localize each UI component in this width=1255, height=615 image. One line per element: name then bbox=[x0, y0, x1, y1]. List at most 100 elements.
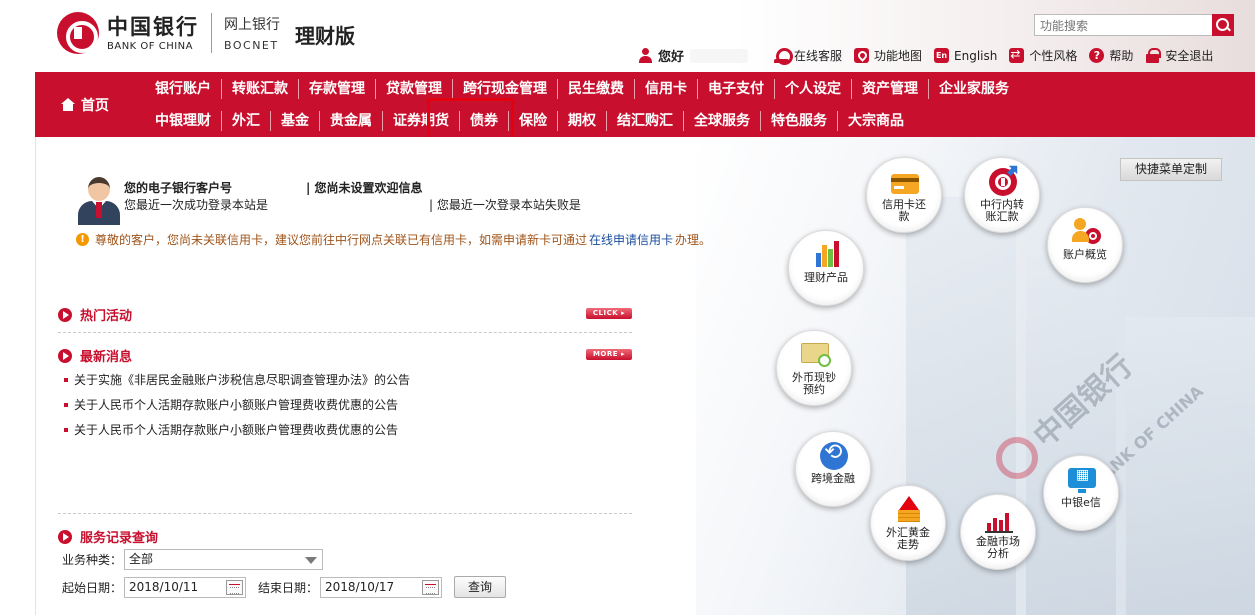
nav-item-personal-settings[interactable]: 个人设定 bbox=[775, 79, 852, 99]
user-toolbar: 您好 在线客服 功能地图 En English 个性风格 ? 帮助 安全退出 bbox=[638, 46, 1225, 65]
nav-item-credit-card[interactable]: 信用卡 bbox=[635, 79, 698, 99]
quick-credit-card-repay[interactable]: 信用卡还款 bbox=[866, 157, 942, 233]
date-range-row: 起始日期： 2018/10/11 结束日期： 2018/10/17 查询 bbox=[62, 576, 507, 598]
end-date-label: 结束日期： bbox=[258, 580, 319, 595]
link-english[interactable]: En English bbox=[934, 48, 997, 63]
nav-item-global-service[interactable]: 全球服务 bbox=[684, 111, 761, 131]
news-item[interactable]: 关于人民币个人活期存款账户小额账户管理费收费优惠的公告 bbox=[64, 421, 398, 438]
credit-card-icon bbox=[891, 174, 919, 194]
quick-cross-border[interactable]: 跨境金融 bbox=[795, 431, 871, 507]
link-label: 功能地图 bbox=[874, 49, 923, 63]
nav-item-utility-payment[interactable]: 民生缴费 bbox=[558, 79, 635, 99]
notice-text: 尊敬的客户，您尚未关联信用卡，建议您前往中行网点关联已有信用卡，如需申请新卡可通… bbox=[95, 233, 588, 247]
play-icon bbox=[58, 348, 72, 363]
news-item[interactable]: 关于实施《非居民金融账户涉税信息尽职调查管理办法》的公告 bbox=[64, 371, 410, 388]
nav-item-commodities[interactable]: 大宗商品 bbox=[838, 111, 914, 131]
map-pin-icon bbox=[854, 48, 870, 63]
quick-wealth-products[interactable]: 理财产品 bbox=[788, 230, 864, 306]
play-icon bbox=[58, 307, 72, 322]
nav-item-entrepreneur[interactable]: 企业家服务 bbox=[929, 79, 1019, 99]
search-icon[interactable] bbox=[1212, 14, 1234, 36]
customer-service-icon bbox=[774, 48, 794, 65]
news-item[interactable]: 关于人民币个人活期存款账户小额账户管理费收费优惠的公告 bbox=[64, 396, 398, 413]
nav-item-deposit[interactable]: 存款管理 bbox=[299, 79, 376, 99]
apply-credit-card-link[interactable]: 在线申请信用卡 bbox=[589, 231, 673, 248]
logo-divider bbox=[211, 13, 212, 53]
bocnet-text: 网上银行 BOCNET bbox=[224, 15, 280, 52]
boc-logo[interactable]: 中国银行 BANK OF CHINA 网上银行 BOCNET bbox=[57, 12, 280, 54]
greeting: 您好 bbox=[638, 46, 762, 65]
help-icon: ? bbox=[1089, 48, 1105, 63]
quick-boc-e-letter[interactable]: 中银e信 bbox=[1043, 455, 1119, 531]
quick-foreign-cash[interactable]: 外币现钞 预约 bbox=[776, 330, 852, 406]
more-button[interactable]: MORE ▸ bbox=[586, 349, 632, 360]
header: 中国银行 BANK OF CHINA 网上银行 BOCNET 理财版 您好 在线… bbox=[0, 0, 1255, 72]
link-logout[interactable]: 安全退出 bbox=[1145, 47, 1213, 64]
link-customer-service[interactable]: 在线客服 bbox=[774, 47, 843, 65]
end-date-input[interactable]: 2018/10/17 bbox=[320, 576, 443, 598]
nav-row-1: 银行账户 转账汇款 存款管理 贷款管理 跨行现金管理 民生缴费 信用卡 电子支付… bbox=[145, 73, 1019, 105]
nav-item-loan[interactable]: 贷款管理 bbox=[376, 79, 453, 99]
business-type-label: 业务种类： bbox=[62, 553, 123, 567]
query-button[interactable]: 查询 bbox=[454, 576, 507, 598]
section-latest-news[interactable]: 最新消息 bbox=[58, 346, 132, 365]
nav-item-e-payment[interactable]: 电子支付 bbox=[698, 79, 775, 99]
link-help[interactable]: ? 帮助 bbox=[1089, 47, 1133, 64]
notice-text-end: 办理。 bbox=[675, 233, 712, 247]
section-service-records: 服务记录查询 bbox=[58, 527, 158, 546]
click-button[interactable]: CLICK ▸ bbox=[586, 308, 632, 319]
market-analysis-icon bbox=[985, 505, 1013, 533]
nav-item-boc-wealth[interactable]: 中银理财 bbox=[145, 111, 222, 131]
quick-account-overview[interactable]: 账户概览 bbox=[1047, 207, 1123, 283]
nav-item-options[interactable]: 期权 bbox=[558, 111, 607, 131]
nav-item-fx-settlement[interactable]: 结汇购汇 bbox=[607, 111, 684, 131]
building-decoration bbox=[1126, 317, 1255, 615]
nav-item-bond[interactable]: 债券 bbox=[460, 111, 509, 131]
nav-home[interactable]: 首页 bbox=[35, 72, 135, 137]
link-personal-style[interactable]: 个性风格 bbox=[1009, 47, 1077, 64]
lock-icon bbox=[1145, 48, 1162, 63]
link-label: 在线客服 bbox=[794, 49, 843, 63]
nav-item-fund[interactable]: 基金 bbox=[271, 111, 320, 131]
business-type-value: 全部 bbox=[129, 552, 154, 566]
nav-item-transfer[interactable]: 转账汇款 bbox=[222, 79, 299, 99]
customer-no-label: 您的电子银行客户号 bbox=[124, 181, 233, 195]
wealth-product-icon bbox=[813, 241, 841, 269]
link-label: 个性风格 bbox=[1029, 49, 1078, 63]
start-date-input[interactable]: 2018/10/11 bbox=[124, 576, 247, 598]
nav-item-asset-management[interactable]: 资产管理 bbox=[852, 79, 929, 99]
nav-item-forex[interactable]: 外汇 bbox=[222, 111, 271, 131]
calendar-icon[interactable] bbox=[422, 579, 440, 595]
last-login-success: 您最近一次成功登录本站是 bbox=[124, 198, 269, 212]
nav-home-label: 首页 bbox=[81, 97, 109, 114]
nav-item-featured-service[interactable]: 特色服务 bbox=[761, 111, 838, 131]
divider bbox=[58, 513, 632, 514]
bocnet-en: BOCNET bbox=[224, 38, 279, 52]
section-hot-activities[interactable]: 热门活动 bbox=[58, 305, 132, 324]
quick-forex-gold-trend[interactable]: 外汇黄金 走势 bbox=[870, 485, 946, 561]
section-title: 最新消息 bbox=[80, 350, 133, 365]
nav-item-securities-futures[interactable]: 证券期货 bbox=[383, 111, 460, 131]
nav-item-precious-metal[interactable]: 贵金属 bbox=[320, 111, 383, 131]
calendar-icon[interactable] bbox=[226, 579, 244, 595]
boc-logo-icon bbox=[57, 12, 99, 54]
nav-item-bank-account[interactable]: 银行账户 bbox=[145, 79, 222, 99]
function-search-input[interactable] bbox=[1035, 16, 1213, 36]
warning-icon: ! bbox=[76, 233, 89, 246]
edition-title: 理财版 bbox=[295, 24, 355, 48]
link-function-map[interactable]: 功能地图 bbox=[854, 47, 922, 64]
last-login-fail: | 您最近一次登录本站失败是 bbox=[429, 198, 581, 212]
nav-item-insurance[interactable]: 保险 bbox=[509, 111, 558, 131]
nav-row-2: 中银理财 外汇 基金 贵金属 证券期货 债券 保险 期权 结汇购汇 全球服务 特… bbox=[145, 105, 914, 137]
link-label: 帮助 bbox=[1109, 49, 1134, 63]
quick-boc-transfer[interactable]: 中行内转 账汇款 bbox=[964, 157, 1040, 233]
nav-item-interbank-cash[interactable]: 跨行现金管理 bbox=[453, 79, 558, 99]
customize-quick-menu-button[interactable]: 快捷菜单定制 bbox=[1120, 158, 1222, 181]
quick-market-analysis[interactable]: 金融市场 分析 bbox=[960, 494, 1036, 570]
home-icon bbox=[61, 98, 75, 111]
style-switch-icon bbox=[1009, 47, 1025, 63]
business-type-select[interactable]: 全部 bbox=[124, 549, 324, 570]
boc-transfer-icon bbox=[989, 168, 1017, 196]
foreign-cash-icon bbox=[801, 343, 831, 367]
logo-cn: 中国银行 bbox=[107, 13, 199, 39]
